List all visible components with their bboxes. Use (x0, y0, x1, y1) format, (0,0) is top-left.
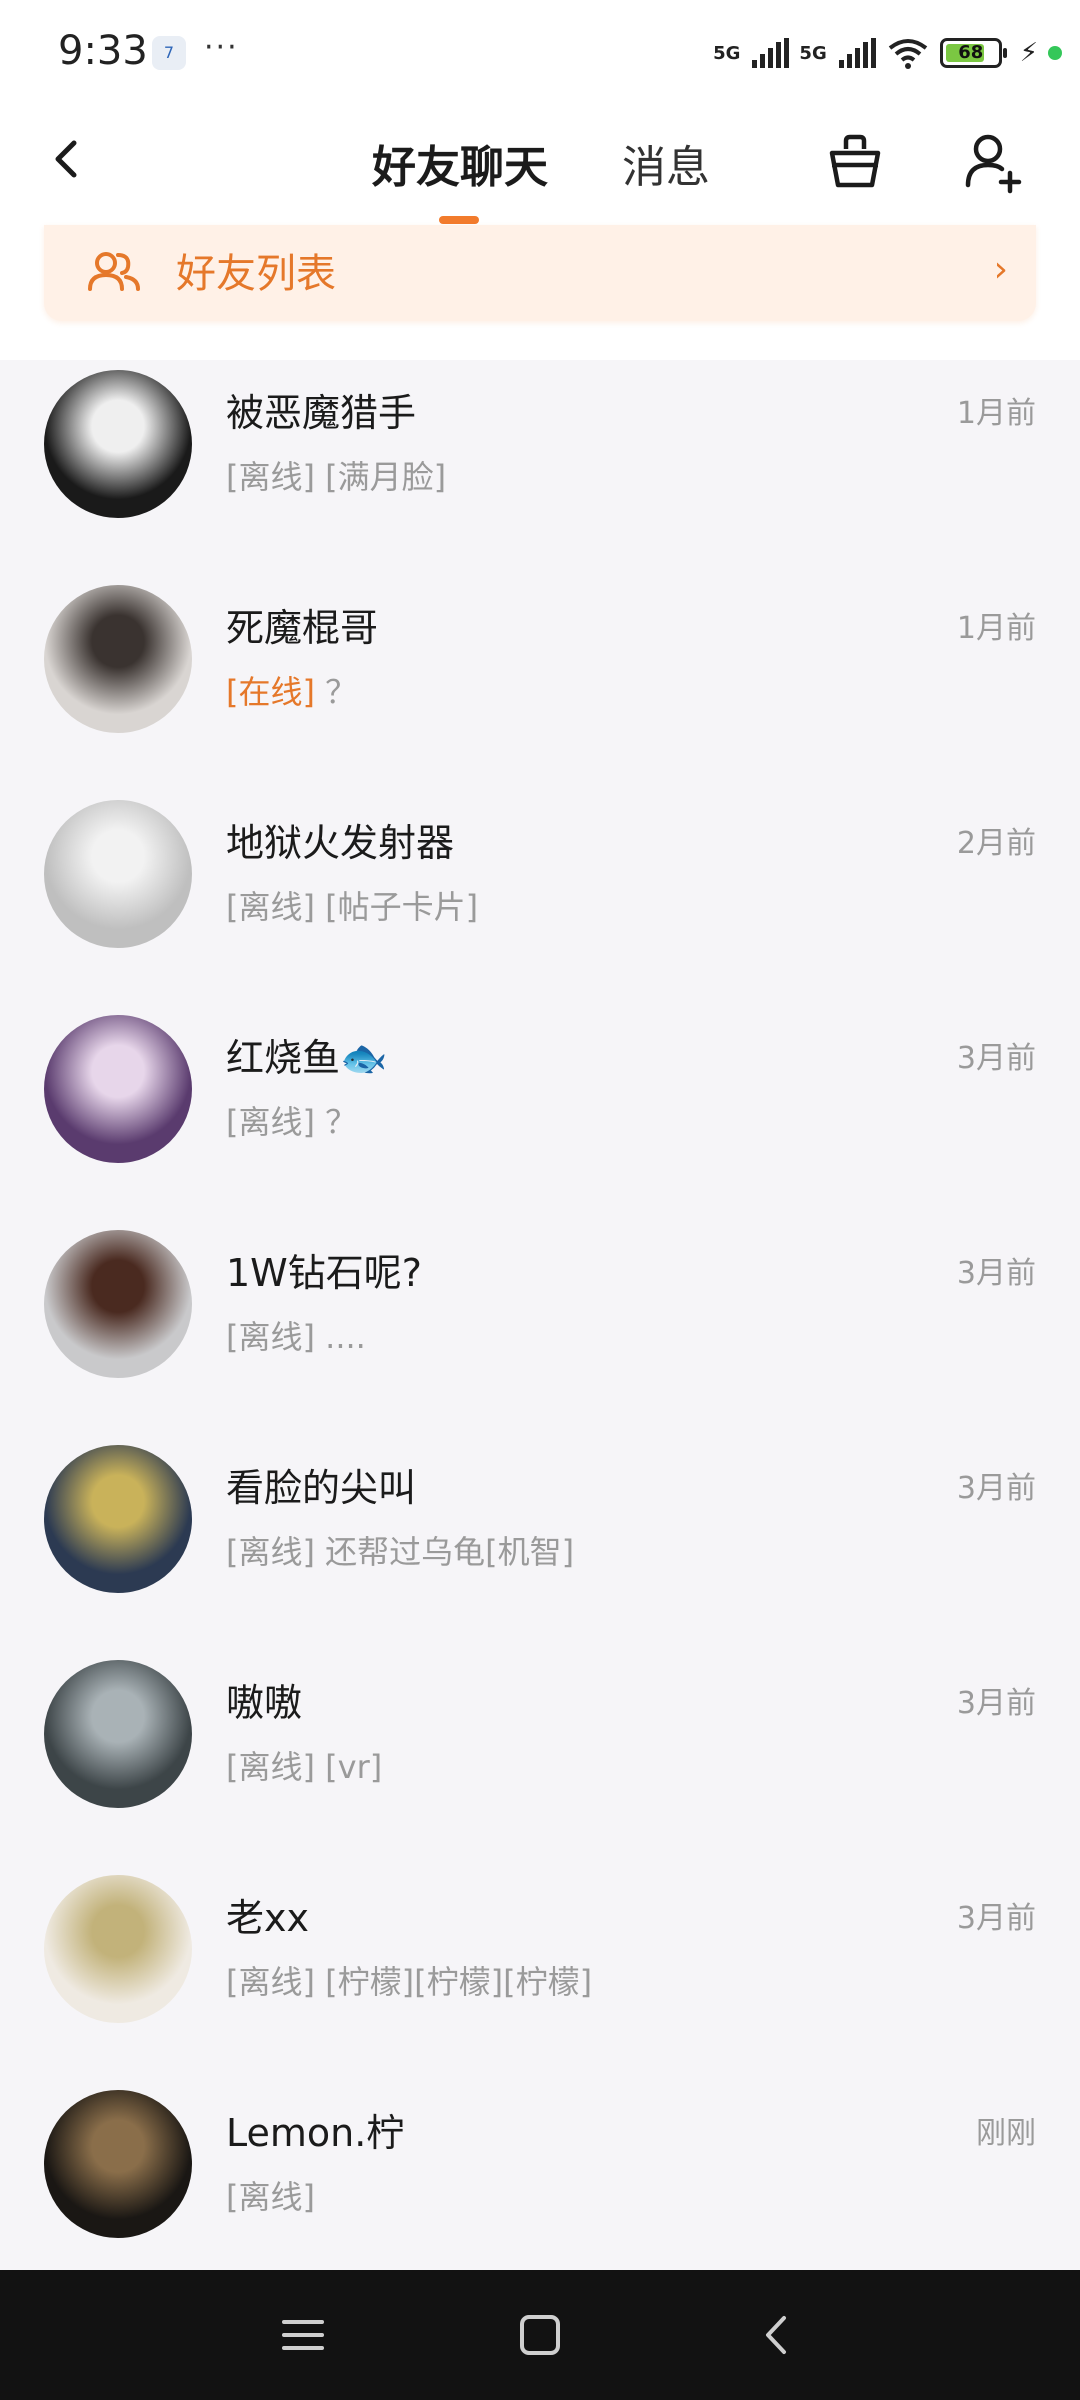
avatar[interactable] (44, 1660, 192, 1808)
network-type-1: 5G (713, 42, 741, 64)
last-active-time: 3月前 (956, 1041, 1036, 1076)
friend-name: 被恶魔猎手 (226, 391, 417, 435)
last-message-preview: [离线] ？ (226, 1097, 357, 1143)
last-message-preview: [离线] 还帮过乌龟[机智] (226, 1527, 574, 1573)
last-message-preview: [在线] ？ (226, 667, 357, 713)
last-message-preview: [离线] [vr] (226, 1742, 382, 1788)
last-message-text: [柠檬][柠檬][柠檬] (314, 1963, 593, 2001)
last-active-time: 1月前 (956, 396, 1036, 431)
friend-name: Lemon.柠 (226, 2111, 405, 2155)
friend-conversation-item[interactable]: 看脸的尖叫 [离线] 还帮过乌龟[机智] 3月前 (0, 1435, 1080, 1650)
active-tab-indicator (439, 216, 479, 224)
last-active-time: 刚刚 (976, 2116, 1036, 2151)
friend-conversation-item[interactable]: 老xx [离线] [柠檬][柠檬][柠檬] 3月前 (0, 1865, 1080, 2080)
last-message-text: .... (314, 1318, 366, 1356)
system-indicators: 5G 5G 68 ⚡ (713, 30, 1062, 76)
last-active-time: 3月前 (956, 1471, 1036, 1506)
last-message-text: ？ (314, 1103, 358, 1141)
friend-name: 1W钻石呢? (226, 1251, 422, 1295)
avatar[interactable] (44, 585, 192, 733)
tab-messages[interactable]: 消息 (622, 131, 710, 195)
last-active-time: 1月前 (956, 611, 1036, 646)
network-type-2: 5G (799, 42, 827, 64)
avatar[interactable] (44, 1445, 192, 1593)
last-active-time: 2月前 (956, 826, 1036, 861)
presence-status: [在线] (226, 673, 315, 711)
menu-icon[interactable] (276, 2308, 330, 2362)
friend-conversation-item[interactable]: 死魔棍哥 [在线] ？ 1月前 (0, 575, 1080, 790)
last-message-text: ？ (314, 673, 358, 711)
wifi-icon (888, 39, 927, 69)
friend-name: 红烧鱼🐟 (226, 1036, 388, 1080)
presence-status: [离线] (226, 1533, 315, 1571)
friend-list-banner-container: 好友列表 › (0, 225, 1080, 360)
friend-name: 嗷嗷 (226, 1681, 303, 1725)
last-active-time: 3月前 (956, 1901, 1036, 1936)
friend-name: 看脸的尖叫 (226, 1466, 417, 1510)
last-active-time: 3月前 (956, 1686, 1036, 1721)
friend-conversation-item[interactable]: 红烧鱼🐟 [离线] ？ 3月前 (0, 1005, 1080, 1220)
back-nav-icon[interactable] (750, 2308, 804, 2362)
battery-icon: 68 (939, 38, 1007, 68)
chevron-right-icon: › (993, 249, 1008, 290)
avatar[interactable] (44, 1230, 192, 1378)
back-icon[interactable] (38, 129, 98, 189)
presence-status: [离线] (226, 1748, 315, 1786)
friend-conversation-item[interactable]: 被恶魔猎手 [离线] [满月脸] 1月前 (0, 360, 1080, 575)
last-message-text: [帖子卡片] (314, 888, 479, 926)
home-icon[interactable] (513, 2308, 567, 2362)
charging-icon: ⚡ (1019, 38, 1038, 68)
avatar[interactable] (44, 800, 192, 948)
friend-list-banner[interactable]: 好友列表 › (44, 225, 1036, 321)
presence-status: [离线] (226, 1963, 315, 2001)
last-message-preview: [离线] [帖子卡片] (226, 882, 478, 928)
last-message-text: [vr] (314, 1748, 383, 1786)
last-message-preview: [离线] .... (226, 1312, 366, 1358)
avatar[interactable] (44, 2090, 192, 2238)
presence-status: [离线] (226, 1318, 315, 1356)
friend-name: 死魔棍哥 (226, 606, 379, 650)
friend-conversation-item[interactable]: 1W钻石呢? [离线] .... 3月前 (0, 1220, 1080, 1435)
last-message-preview: [离线] [满月脸] (226, 452, 446, 498)
more-notifications-icon: ··· (204, 30, 239, 65)
privacy-indicator-icon (1048, 46, 1062, 60)
status-bar: 9:33 7 ··· 5G 5G 68 ⚡ (0, 0, 1080, 105)
avatar[interactable] (44, 1015, 192, 1163)
friend-conversation-item[interactable]: 地狱火发射器 [离线] [帖子卡片] 2月前 (0, 790, 1080, 1005)
last-message-preview: [离线] (226, 2172, 315, 2218)
friends-group-icon (88, 252, 140, 291)
signal-icon-2 (838, 38, 876, 68)
friend-list-label: 好友列表 (176, 251, 336, 297)
last-message-text: 还帮过乌龟[机智] (314, 1533, 575, 1571)
clock: 9:33 (58, 28, 148, 74)
calendar-notification-icon: 7 (152, 36, 186, 70)
signal-icon (752, 38, 790, 68)
battery-level: 68 (958, 42, 984, 63)
presence-status: [离线] (226, 458, 315, 496)
last-message-preview: [离线] [柠檬][柠檬][柠檬] (226, 1957, 592, 2003)
presence-status: [离线] (226, 1103, 315, 1141)
friend-conversation-item[interactable]: Lemon.柠 [离线] 刚刚 (0, 2080, 1080, 2295)
friend-name: 老xx (226, 1896, 309, 1940)
clean-basket-icon[interactable] (820, 127, 890, 197)
tab-friend-chat[interactable]: 好友聊天 (372, 131, 548, 195)
friend-conversation-list: 被恶魔猎手 [离线] [满月脸] 1月前 死魔棍哥 [在线] ？ 1月前 地狱火发射器 [离线… (0, 360, 1080, 2295)
last-active-time: 3月前 (956, 1256, 1036, 1291)
friend-conversation-item[interactable]: 嗷嗷 [离线] [vr] 3月前 (0, 1650, 1080, 1865)
system-navigation-bar (0, 2270, 1080, 2400)
presence-status: [离线] (226, 2178, 315, 2216)
friend-name: 地狱火发射器 (226, 821, 455, 865)
avatar[interactable] (44, 1875, 192, 2023)
avatar[interactable] (44, 370, 192, 518)
presence-status: [离线] (226, 888, 315, 926)
last-message-text: [满月脸] (314, 458, 447, 496)
top-navigation: 好友聊天 消息 (0, 105, 1080, 225)
add-friend-icon[interactable] (958, 127, 1028, 197)
